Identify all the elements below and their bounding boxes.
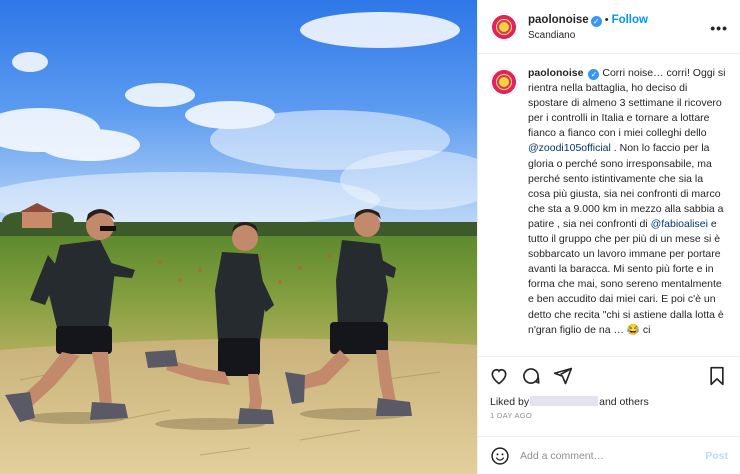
likes-summary: Liked by and others	[478, 395, 740, 409]
verified-badge-icon: ✓	[588, 69, 600, 80]
caption-body: e tutto il gruppo che per più di un mese…	[528, 217, 724, 336]
action-bar	[478, 357, 740, 395]
caption-section: paolonoise ✓ Corri noise… corri! Oggi si …	[478, 56, 740, 352]
caption-text: paolonoise ✓ Corri noise… corri! Oggi si …	[528, 66, 728, 352]
post-image	[0, 0, 477, 474]
separator-dot: •	[604, 13, 609, 26]
mention-link[interactable]: @zoodi105official	[528, 142, 611, 154]
post-timestamp[interactable]: 1 DAY AGO	[478, 411, 740, 420]
likes-others-link[interactable]: and others	[599, 396, 649, 408]
location-link[interactable]: Scandiano	[528, 28, 648, 43]
emoji-icon[interactable]	[490, 446, 510, 466]
avatar[interactable]	[490, 68, 518, 96]
avatar[interactable]	[490, 12, 518, 41]
caption-body: . Non lo faccio per la gloria o perché s…	[528, 142, 724, 230]
post-actions-section: Liked by and others 1 DAY AGO	[478, 356, 740, 420]
post-comment-button[interactable]: Post	[705, 450, 728, 462]
more-options-icon[interactable]: •••	[710, 20, 728, 36]
heart-icon[interactable]	[488, 365, 510, 387]
username-link[interactable]: paolonoise	[528, 14, 589, 26]
comment-bar: Post	[478, 436, 740, 474]
redacted-username	[530, 396, 599, 406]
mention-link[interactable]: @fabioalisei	[651, 218, 708, 230]
post-photo[interactable]	[0, 0, 477, 474]
share-icon[interactable]	[552, 365, 574, 387]
post-header: paolonoise ✓ • Follow Scandiano •••	[478, 0, 740, 54]
follow-button[interactable]: Follow	[612, 14, 648, 26]
comment-icon[interactable]	[520, 365, 542, 387]
caption-username-link[interactable]: paolonoise	[528, 67, 583, 79]
comment-input[interactable]	[520, 449, 706, 462]
likes-prefix: Liked by	[490, 396, 530, 408]
bookmark-icon[interactable]	[706, 365, 728, 387]
post-side-panel: paolonoise ✓ • Follow Scandiano ••• paolono…	[477, 0, 740, 474]
verified-badge-icon: ✓	[590, 15, 602, 27]
